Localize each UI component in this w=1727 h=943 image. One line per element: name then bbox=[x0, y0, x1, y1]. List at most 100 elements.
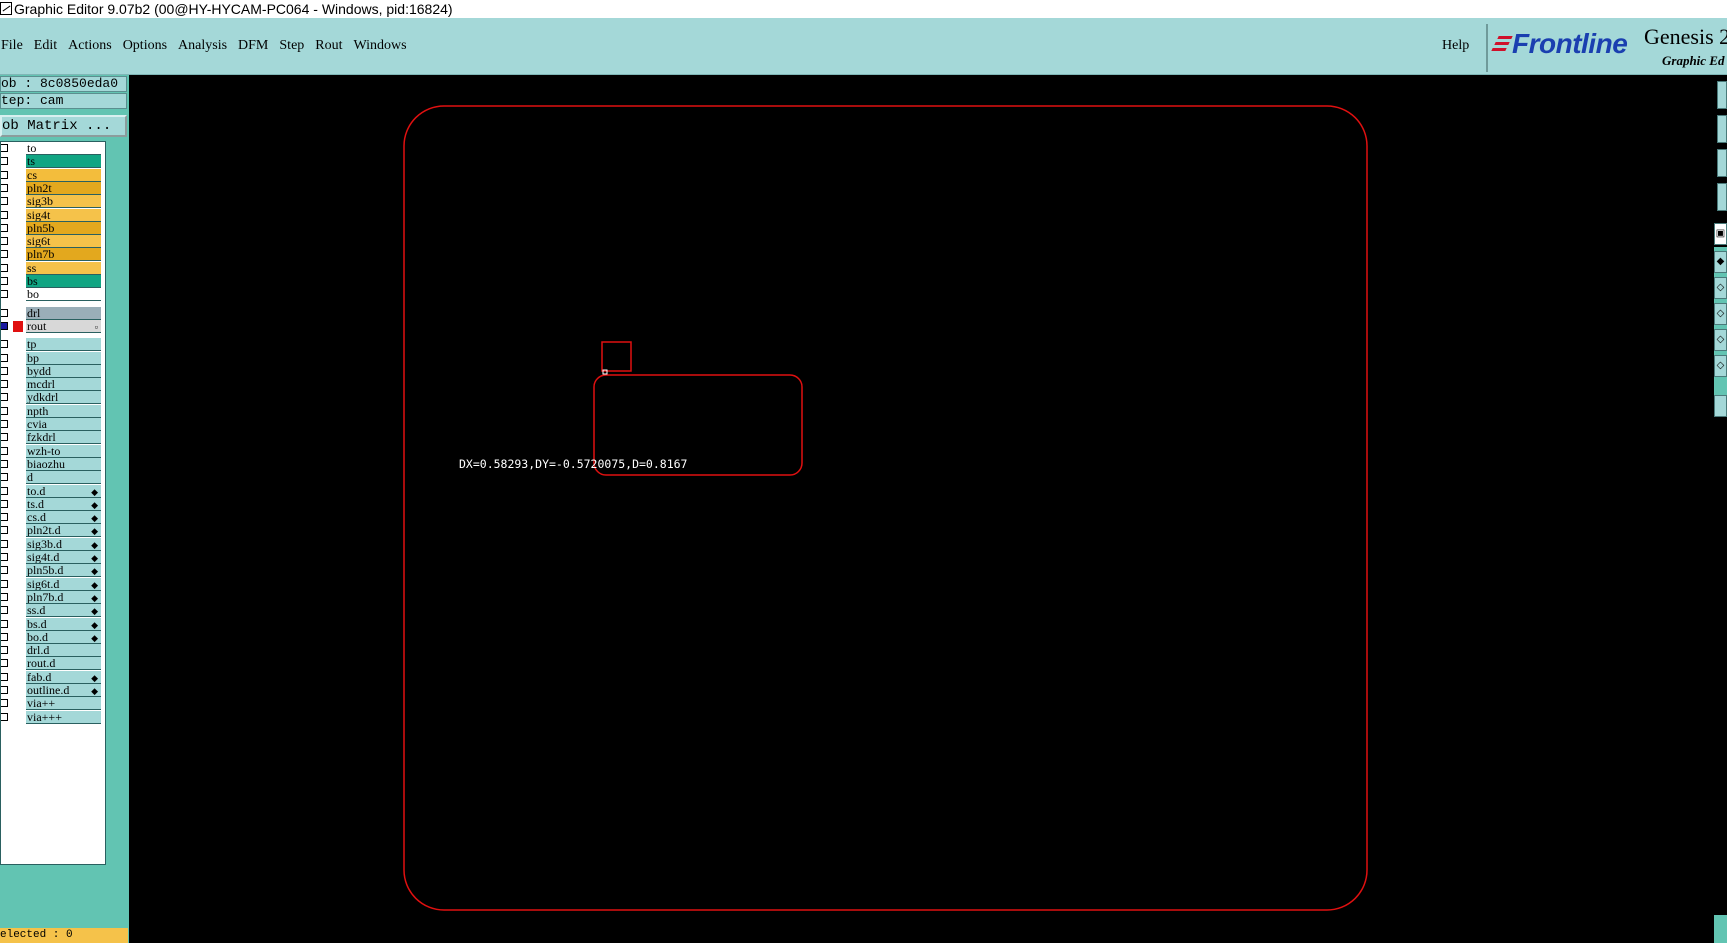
layer-name[interactable]: pln2t bbox=[26, 181, 101, 195]
layer-row[interactable]: bydd bbox=[1, 364, 105, 378]
layer-name[interactable]: pln2t.d ◆ bbox=[26, 524, 101, 538]
layer-name[interactable]: via+++ bbox=[26, 710, 101, 724]
right-diamond-icon-5[interactable]: ◇ bbox=[1714, 355, 1727, 377]
layer-name[interactable]: ydkdrl bbox=[26, 391, 101, 405]
layer-row[interactable]: d bbox=[1, 471, 105, 485]
layer-name[interactable]: bs.d ◆ bbox=[26, 617, 101, 631]
layer-checkbox[interactable] bbox=[1, 393, 8, 402]
layer-name[interactable]: sig4t bbox=[26, 208, 101, 222]
layer-name[interactable]: ts.d ◆ bbox=[26, 497, 101, 511]
layer-name[interactable]: wzh-to bbox=[26, 444, 101, 458]
layer-checkbox[interactable] bbox=[1, 672, 8, 681]
layer-row[interactable]: drl.d bbox=[1, 644, 105, 658]
right-diamond-icon-3[interactable]: ◇ bbox=[1714, 303, 1727, 325]
menu-options[interactable]: Options bbox=[120, 38, 175, 54]
layer-row[interactable]: bs.d ◆ bbox=[1, 617, 105, 631]
layer-name[interactable]: ss.d ◆ bbox=[26, 604, 101, 618]
right-image-icon[interactable]: ▣ bbox=[1714, 223, 1727, 245]
layer-checkbox[interactable] bbox=[1, 263, 8, 272]
layer-checkbox[interactable] bbox=[1, 579, 8, 588]
layer-checkbox[interactable] bbox=[1, 686, 8, 694]
layer-name[interactable]: bp bbox=[26, 351, 101, 365]
menu-rout[interactable]: Rout bbox=[312, 38, 350, 54]
layer-checkbox[interactable] bbox=[1, 433, 8, 442]
job-matrix-button[interactable]: ob Matrix ... bbox=[0, 115, 127, 137]
layer-name[interactable]: drl.d bbox=[26, 644, 101, 658]
layer-name[interactable]: bs bbox=[26, 275, 101, 288]
layer-row[interactable]: sig6t bbox=[1, 235, 105, 249]
layer-checkbox[interactable] bbox=[1, 539, 8, 548]
layer-checkbox[interactable] bbox=[1, 197, 8, 206]
menu-windows[interactable]: Windows bbox=[351, 38, 415, 54]
layer-checkbox[interactable] bbox=[1, 659, 8, 668]
layer-name[interactable]: ts bbox=[26, 155, 101, 169]
right-tool-button-4[interactable] bbox=[1717, 183, 1727, 211]
menu-analysis[interactable]: Analysis bbox=[175, 38, 235, 54]
right-tool-button-5[interactable] bbox=[1714, 395, 1727, 417]
layer-row[interactable]: sig3b bbox=[1, 195, 105, 209]
layer-name[interactable]: rout.d bbox=[26, 657, 101, 671]
layer-checkbox[interactable] bbox=[1, 290, 8, 299]
layer-name[interactable]: sig3b bbox=[26, 195, 101, 209]
layer-checkbox[interactable] bbox=[1, 183, 8, 192]
layer-name[interactable]: sig6t.d ◆ bbox=[26, 577, 101, 591]
layer-name[interactable]: mcdrl bbox=[26, 378, 101, 392]
layer-name[interactable]: pln7b.d ◆ bbox=[26, 590, 101, 604]
layer-name[interactable]: bo.d ◆ bbox=[26, 630, 101, 644]
layer-name[interactable]: drl bbox=[26, 306, 101, 320]
layer-checkbox[interactable] bbox=[1, 237, 8, 246]
layer-name[interactable]: sig4t.d ◆ bbox=[26, 551, 101, 564]
layer-row[interactable]: tp bbox=[1, 338, 105, 352]
layer-checkbox[interactable] bbox=[1, 380, 8, 389]
layer-checkbox[interactable] bbox=[1, 473, 8, 482]
layer-name[interactable]: fab.d ◆ bbox=[26, 670, 101, 684]
layer-row[interactable]: sig3b.d ◆ bbox=[1, 537, 105, 551]
layer-name[interactable]: cs.d ◆ bbox=[26, 511, 101, 525]
layer-row[interactable]: via+++ bbox=[1, 710, 105, 724]
layer-checkbox[interactable] bbox=[1, 486, 8, 495]
layer-row[interactable]: ss bbox=[1, 261, 105, 275]
layer-row[interactable]: biaozhu bbox=[1, 457, 105, 471]
layer-row[interactable]: pln7b.d ◆ bbox=[1, 590, 105, 604]
layer-name[interactable]: bo bbox=[26, 288, 101, 302]
layer-name[interactable]: rout ▫ bbox=[26, 319, 101, 333]
layer-row[interactable]: bo bbox=[1, 288, 105, 302]
menu-actions[interactable]: Actions bbox=[65, 38, 120, 54]
layer-row[interactable]: to bbox=[1, 142, 105, 155]
layer-name[interactable]: cs bbox=[26, 168, 101, 182]
layer-row[interactable]: rout.d bbox=[1, 657, 105, 671]
layer-checkbox[interactable] bbox=[1, 308, 8, 317]
layer-checkbox[interactable] bbox=[1, 566, 8, 575]
layer-checkbox[interactable] bbox=[1, 420, 8, 428]
layer-checkbox[interactable] bbox=[1, 144, 8, 152]
layer-checkbox[interactable] bbox=[1, 223, 8, 232]
layer-name[interactable]: to.d ◆ bbox=[26, 484, 101, 498]
layer-row[interactable]: pln2t bbox=[1, 181, 105, 195]
right-diamond-icon-4[interactable]: ◇ bbox=[1714, 329, 1727, 351]
layer-name[interactable]: bydd bbox=[26, 364, 101, 378]
layer-row[interactable]: bo.d ◆ bbox=[1, 630, 105, 644]
layer-checkbox[interactable] bbox=[1, 406, 8, 415]
layer-row[interactable]: pln5b bbox=[1, 221, 105, 235]
layer-row[interactable]: pln2t.d ◆ bbox=[1, 524, 105, 538]
layer-checkbox[interactable] bbox=[1, 340, 8, 349]
menu-file[interactable]: File bbox=[0, 38, 31, 54]
layer-row[interactable]: sig6t.d ◆ bbox=[1, 577, 105, 591]
layer-checkbox[interactable] bbox=[1, 250, 8, 259]
layer-checkbox[interactable] bbox=[1, 553, 8, 561]
layer-checkbox[interactable] bbox=[1, 606, 8, 615]
layer-row[interactable]: outline.d ◆ bbox=[1, 684, 105, 697]
layer-row[interactable]: bs bbox=[1, 275, 105, 288]
right-diamond-icon-1[interactable]: ◆ bbox=[1714, 251, 1727, 273]
layer-name[interactable]: to bbox=[26, 142, 101, 155]
layer-checkbox[interactable] bbox=[1, 592, 8, 601]
layer-row[interactable]: npth bbox=[1, 404, 105, 418]
layer-row[interactable]: ts.d ◆ bbox=[1, 497, 105, 511]
layer-row[interactable]: fzkdrl bbox=[1, 431, 105, 445]
layer-row[interactable]: rout ▫ bbox=[1, 319, 105, 333]
right-tool-button-1[interactable] bbox=[1717, 81, 1727, 109]
right-diamond-icon-2[interactable]: ◇ bbox=[1714, 277, 1727, 299]
layer-row[interactable]: cs.d ◆ bbox=[1, 511, 105, 525]
layer-checkbox[interactable] bbox=[1, 321, 8, 330]
layer-checkbox[interactable] bbox=[1, 277, 8, 285]
